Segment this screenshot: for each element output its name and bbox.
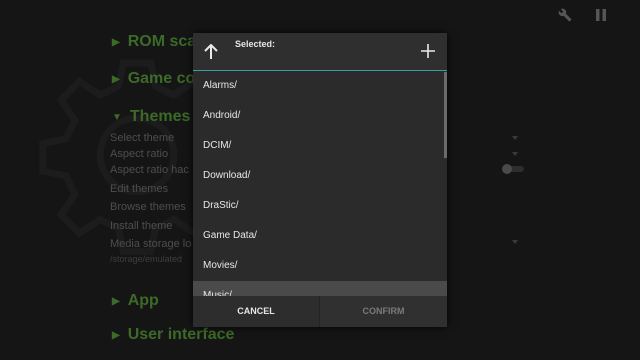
expand-arrow-icon: ▶ bbox=[112, 36, 120, 48]
setting-aspect-ratio[interactable]: Aspect ratio bbox=[110, 148, 168, 160]
folder-list[interactable]: Alarms/ Android/ DCIM/ Download/ DraStic… bbox=[193, 71, 447, 296]
section-rom-scan[interactable]: ▶ ROM sca bbox=[112, 33, 196, 51]
top-toolbar bbox=[556, 6, 610, 24]
wrench-icon[interactable] bbox=[556, 6, 574, 24]
toggle-thumb bbox=[502, 164, 512, 174]
setting-media-storage[interactable]: Media storage lo bbox=[110, 238, 191, 250]
folder-picker-dialog: Selected: Alarms/ Android/ DCIM/ Downloa… bbox=[193, 33, 447, 327]
folder-item[interactable]: DraStic/ bbox=[193, 191, 447, 221]
expand-arrow-icon: ▶ bbox=[112, 329, 120, 341]
expand-arrow-icon: ▶ bbox=[112, 295, 120, 307]
folder-item[interactable]: Alarms/ bbox=[193, 71, 447, 101]
folder-item[interactable]: Android/ bbox=[193, 101, 447, 131]
confirm-button[interactable]: CONFIRM bbox=[320, 296, 447, 327]
folder-item[interactable]: Download/ bbox=[193, 161, 447, 191]
selected-label: Selected: bbox=[235, 39, 276, 49]
section-themes[interactable]: ▼ Themes bbox=[112, 108, 190, 126]
folder-list-scrollbar[interactable] bbox=[444, 72, 447, 158]
collapse-arrow-icon: ▼ bbox=[112, 111, 122, 123]
folder-item[interactable]: Music/ bbox=[193, 281, 447, 296]
setting-edit-themes[interactable]: Edit themes bbox=[110, 183, 168, 195]
setting-aspect-ratio-hack[interactable]: Aspect ratio hac bbox=[110, 164, 189, 176]
media-storage-path: /storage/emulated bbox=[110, 254, 183, 264]
section-app[interactable]: ▶ App bbox=[112, 292, 159, 310]
expand-arrow-icon: ▶ bbox=[112, 73, 120, 85]
add-folder-icon[interactable] bbox=[419, 42, 437, 60]
dropdown-arrow-icon bbox=[512, 240, 518, 244]
setting-install-theme[interactable]: Install theme bbox=[110, 220, 172, 232]
up-arrow-icon[interactable] bbox=[201, 42, 221, 62]
aspect-ratio-hack-toggle[interactable] bbox=[502, 164, 524, 174]
section-user-interface[interactable]: ▶ User interface bbox=[112, 326, 234, 344]
section-label: Themes bbox=[129, 108, 191, 125]
pause-icon[interactable] bbox=[592, 6, 610, 24]
folder-item[interactable]: Game Data/ bbox=[193, 221, 447, 251]
settings-screen: ▶ ROM sca ▶ Game co ▼ Themes Select them… bbox=[0, 0, 640, 360]
setting-browse-themes[interactable]: Browse themes bbox=[110, 201, 186, 213]
folder-item[interactable]: DCIM/ bbox=[193, 131, 447, 161]
dialog-button-bar: CANCEL CONFIRM bbox=[193, 296, 447, 327]
section-label: Game co bbox=[127, 70, 196, 87]
section-label: App bbox=[127, 292, 159, 309]
dropdown-arrow-icon bbox=[512, 152, 518, 156]
dialog-header: Selected: bbox=[193, 33, 447, 70]
section-game-controls[interactable]: ▶ Game co bbox=[112, 70, 195, 88]
folder-item[interactable]: Movies/ bbox=[193, 251, 447, 281]
section-label: ROM sca bbox=[127, 33, 197, 50]
cancel-button[interactable]: CANCEL bbox=[193, 296, 319, 327]
section-label: User interface bbox=[127, 326, 235, 343]
dropdown-arrow-icon bbox=[512, 136, 518, 140]
setting-select-theme[interactable]: Select theme bbox=[110, 132, 174, 144]
